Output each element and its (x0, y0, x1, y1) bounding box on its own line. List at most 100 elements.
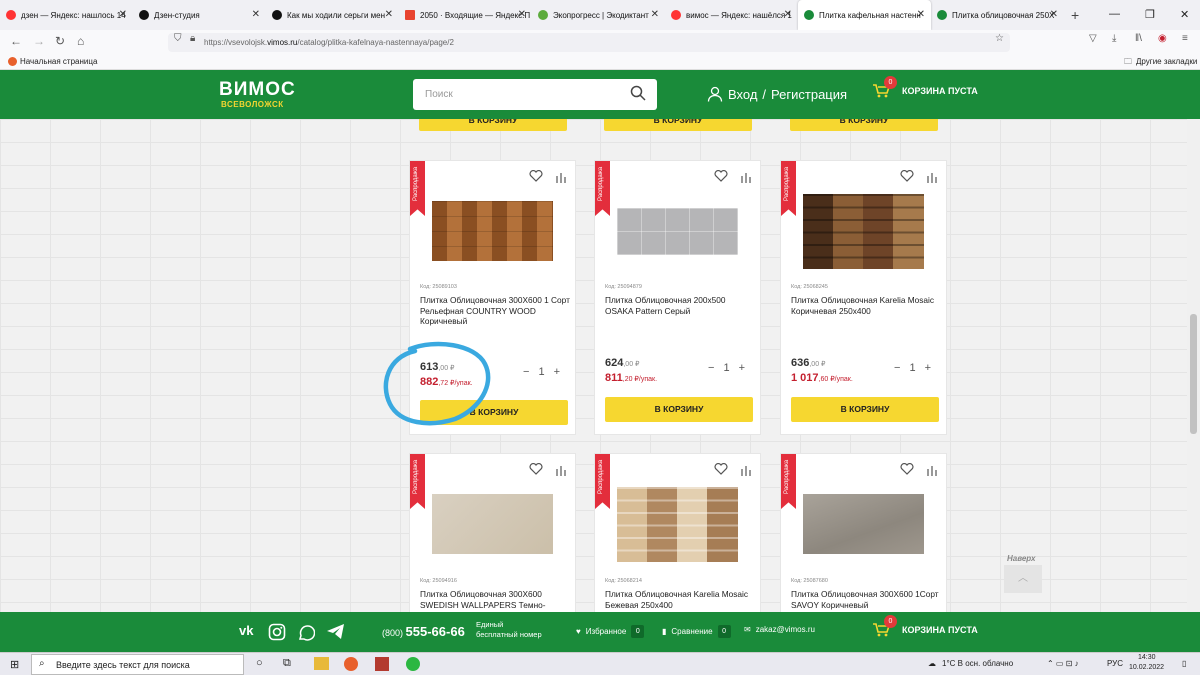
windows-start-icon[interactable]: ⊞ (10, 658, 19, 671)
product-image-brown-mosaic[interactable] (803, 194, 924, 269)
email-link[interactable]: ✉ zakaz@vimos.ru (744, 625, 815, 634)
tab-vimos-search[interactable]: вимос — Яндекс: нашёлся 1 ✕ (665, 0, 798, 30)
compare-chart-icon[interactable] (926, 464, 938, 476)
product-image-grey[interactable] (617, 208, 738, 255)
plus-icon[interactable]: + (554, 366, 560, 378)
tab-tile-250[interactable]: Плитка облицовочная 250Х ✕ (931, 0, 1064, 30)
login-link[interactable]: Вход / Регистрация (707, 86, 847, 102)
quantity-stepper[interactable]: −1 + (894, 362, 931, 374)
search-input[interactable]: Поиск (413, 79, 657, 110)
favorites-link[interactable]: ♥ Избранное 0 (576, 625, 645, 638)
footer-cart[interactable]: 0 КОРЗИНА ПУСТА (873, 614, 978, 637)
favorite-heart-icon[interactable] (900, 170, 914, 182)
forward-icon[interactable]: → (33, 34, 45, 48)
product-name[interactable]: Плитка Облицовочная 300X600 SWEDISH WALL… (420, 589, 570, 610)
shield-icon[interactable]: ⛉ (174, 33, 182, 44)
lock-icon[interactable]: 🔒︎ (190, 33, 195, 44)
new-tab-icon[interactable]: + (1071, 7, 1079, 23)
app-icon[interactable] (375, 657, 389, 671)
reload-icon[interactable]: ↻ (55, 34, 65, 48)
tray-icons[interactable]: ⌃ ▭ ⊡ ♪ (1047, 659, 1079, 668)
page-scrollbar[interactable] (1187, 119, 1200, 612)
favorite-heart-icon[interactable] (900, 463, 914, 475)
product-card[interactable]: Распродажа Код: 25068214 Плитка Облицово… (594, 453, 761, 612)
favorite-heart-icon[interactable] (714, 463, 728, 475)
phone-number[interactable]: (800) 555-66-66 (382, 624, 465, 639)
close-window-icon[interactable]: ✕ (1180, 8, 1189, 21)
add-to-cart-button[interactable]: В КОРЗИНУ (604, 119, 752, 131)
close-tab-icon[interactable]: ✕ (385, 9, 393, 20)
scroll-top-button[interactable]: ︿ (1004, 565, 1042, 593)
product-name[interactable]: Плитка Облицовочная 300X600 1Сорт SAVOY … (791, 589, 941, 610)
bookmark-home[interactable]: Начальная страница (20, 57, 97, 66)
product-name[interactable]: Плитка Облицовочная 200x500 OSAKA Patter… (605, 295, 755, 316)
site-logo[interactable]: ВИМОС (219, 79, 296, 101)
firefox-icon[interactable] (344, 657, 358, 671)
search-icon[interactable] (630, 85, 646, 101)
product-name[interactable]: Плитка Облицовочная Karelia Mosaic Корич… (791, 295, 941, 316)
clock-time[interactable]: 14:30 (1138, 654, 1156, 661)
product-card[interactable]: Распродажа Код: 25087680 Плитка Облицово… (780, 453, 947, 612)
telegram-icon[interactable] (326, 623, 345, 640)
menu-icon[interactable]: ≡ (1182, 33, 1188, 44)
notification-icon[interactable]: ▯ (1182, 659, 1186, 668)
clock-date[interactable]: 10.02.2022 (1129, 664, 1164, 671)
close-tab-icon[interactable]: ✕ (1050, 9, 1058, 20)
product-image-wood[interactable] (432, 201, 553, 261)
file-explorer-icon[interactable] (314, 657, 329, 670)
extension-icon[interactable]: ◉ (1158, 33, 1167, 44)
login-label[interactable]: Вход (728, 87, 757, 102)
product-image-beige[interactable] (432, 494, 553, 554)
tab-dzen-search[interactable]: дзен — Яндекс: нашлось 14 ✕ (0, 0, 133, 30)
bookmark-star-icon[interactable]: ☆ (995, 33, 1004, 44)
home-icon[interactable]: ⌂ (77, 34, 84, 48)
add-to-cart-button[interactable]: В КОРЗИНУ (790, 119, 938, 131)
scrollbar-thumb[interactable] (1190, 314, 1197, 434)
add-to-cart-button[interactable]: В КОРЗИНУ (605, 397, 753, 422)
bookmark-other[interactable]: Другие закладки (1136, 57, 1197, 66)
task-view-icon[interactable]: ⧉ (283, 657, 291, 670)
whatsapp-icon[interactable] (406, 657, 420, 671)
close-tab-icon[interactable]: ✕ (252, 9, 260, 20)
product-name[interactable]: Плитка Облицовочная Karelia Mosaic Бежев… (605, 589, 755, 610)
header-cart[interactable]: 0 КОРЗИНА ПУСТА (873, 75, 978, 98)
product-card[interactable]: Распродажа Код: 25094879 Плитка Облицово… (594, 160, 761, 435)
favorite-heart-icon[interactable] (529, 463, 543, 475)
compare-link[interactable]: ▮ Сравнение 0 (662, 625, 731, 638)
library-icon[interactable]: ‖\ (1135, 33, 1142, 44)
compare-chart-icon[interactable] (555, 171, 567, 183)
address-bar[interactable]: https://vsevolojsk.vimos.ru/catalog/plit… (168, 33, 1010, 52)
quantity-stepper[interactable]: −1 + (523, 366, 560, 378)
tab-ecoprogress[interactable]: Экопрогресс | Экодиктант ✕ (532, 0, 665, 30)
whatsapp-icon[interactable] (297, 623, 315, 641)
minus-icon[interactable]: − (523, 366, 529, 378)
quantity-stepper[interactable]: −1 + (708, 362, 745, 374)
minimize-icon[interactable]: — (1109, 8, 1120, 20)
language-indicator[interactable]: РУС (1107, 659, 1123, 668)
maximize-icon[interactable]: ❐ (1145, 8, 1155, 21)
favorite-heart-icon[interactable] (714, 170, 728, 182)
download-icon[interactable]: ⤓ (1112, 33, 1116, 44)
plus-icon[interactable]: + (925, 362, 931, 374)
cortana-icon[interactable]: ○ (256, 657, 263, 669)
register-label[interactable]: Регистрация (771, 87, 847, 102)
minus-icon[interactable]: − (894, 362, 900, 374)
minus-icon[interactable]: − (708, 362, 714, 374)
vk-icon[interactable]: vk (239, 623, 253, 638)
back-icon[interactable]: ← (10, 34, 22, 48)
weather-text[interactable]: 1°C В осн. облачно (942, 659, 1013, 668)
product-image-stone[interactable] (803, 494, 924, 554)
tab-earrings[interactable]: Как мы ходили серьги мен ✕ (266, 0, 399, 30)
add-to-cart-button[interactable]: В КОРЗИНУ (791, 397, 939, 422)
close-tab-icon[interactable]: ✕ (119, 9, 127, 20)
close-tab-icon[interactable]: ✕ (784, 9, 792, 20)
tab-active-tile[interactable]: Плитка кафельная настенн ✕ (798, 0, 931, 30)
tab-mail[interactable]: 2050 · Входящие — Яндекс.П ✕ (399, 0, 532, 30)
product-name[interactable]: Плитка Облицовочная 300X600 1 Сорт Релье… (420, 295, 570, 327)
compare-chart-icon[interactable] (740, 171, 752, 183)
instagram-icon[interactable] (268, 623, 286, 641)
close-tab-icon[interactable]: ✕ (917, 9, 925, 20)
tab-dzen-studio[interactable]: Дзен-студия ✕ (133, 0, 266, 30)
compare-chart-icon[interactable] (926, 171, 938, 183)
close-tab-icon[interactable]: ✕ (651, 9, 659, 20)
